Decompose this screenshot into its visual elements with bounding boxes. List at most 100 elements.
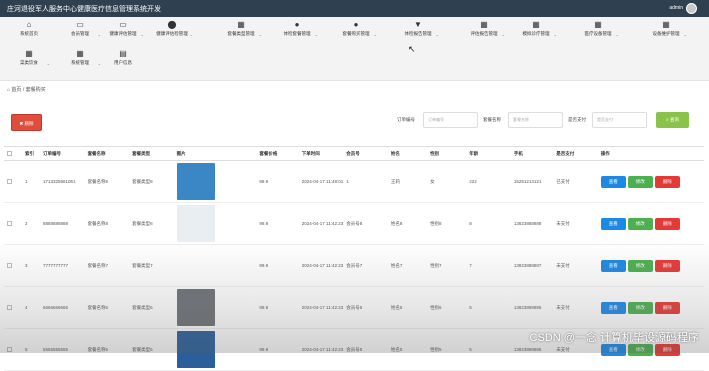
- package-image-cell: [173, 202, 257, 245]
- cell-idx: 2: [22, 202, 41, 245]
- nav-item-6[interactable]: ● 套餐购买管理 ⌄: [327, 19, 385, 45]
- actions-cell: 查看 修改 删除: [597, 244, 704, 287]
- column-header: 套餐名称: [84, 146, 130, 161]
- nav-icon: ▦: [532, 20, 540, 29]
- batch-delete-button[interactable]: ✖ 删除: [11, 114, 42, 131]
- breadcrumb: ⌂ 首页 / 套餐购买: [7, 87, 46, 93]
- column-header: 套餐价格: [256, 146, 299, 161]
- chevron-down-icon: ⌄: [615, 32, 619, 37]
- nav-icon: ▦: [594, 20, 602, 29]
- cell-sex: 女: [427, 160, 467, 203]
- package-image-cell: [173, 286, 257, 329]
- view-button[interactable]: 查看: [600, 343, 626, 356]
- cell-member: 1: [343, 160, 388, 203]
- cell-member: 会员号6: [343, 286, 388, 329]
- chevron-down-icon: ⌄: [189, 32, 193, 37]
- chevron-down-icon: ⌄: [553, 32, 557, 37]
- cell-price: 99.9: [256, 328, 299, 371]
- cell-idx: 1: [22, 160, 41, 203]
- nav-icon: ▦: [662, 20, 670, 29]
- main-nav: ⌂ 系统首页 ▭ 会员管理 ⌄ ▭ 健康评估管理 ⌄ ⬤ 健康评估检管理 ⌄ ▦ 套餐类型管理 ⌄ ● 体检套…: [0, 17, 709, 81]
- select-all-checkbox[interactable]: [7, 150, 12, 156]
- column-header: 下单时间: [298, 146, 344, 161]
- package-image: [176, 331, 215, 368]
- cell-time: 2024-04-17 11:42:23: [298, 328, 344, 371]
- nav-item-8[interactable]: ▦ 评估报告管理 ⌄: [455, 19, 513, 45]
- cell-sex: 性别7: [427, 244, 467, 287]
- view-button[interactable]: 查看: [600, 259, 626, 272]
- delete-button[interactable]: 删除: [654, 175, 680, 188]
- cell-price: 99.9: [256, 286, 299, 329]
- table-row: 3 7777777777 套餐名称7 套餐类型7 99.9 2024-04-17 11:4…: [4, 244, 704, 287]
- row-checkbox[interactable]: [7, 346, 12, 352]
- nav-label: 用户信息: [114, 60, 132, 65]
- package-image: [176, 289, 215, 326]
- view-button[interactable]: 查看: [600, 301, 626, 314]
- cell-price: 99.9: [256, 244, 299, 287]
- cell-sex: 性别8: [427, 202, 467, 245]
- nav-item-12[interactable]: ▦ 菜类饮食 ⌄: [0, 48, 58, 74]
- nav-item-11[interactable]: ▦ 设备维护管理 ⌄: [637, 19, 695, 45]
- cell-phone: 13823888888: [510, 202, 554, 245]
- cell-person: 姓名7: [387, 244, 428, 287]
- package-name-label: 套餐名称: [483, 117, 501, 122]
- column-header: 性别: [427, 146, 467, 161]
- nav-item-0[interactable]: ⌂ 系统首页: [0, 19, 58, 45]
- cell-price: 99.9: [256, 202, 299, 245]
- nav-item-3[interactable]: ⬤ 健康评估检管理 ⌄: [143, 19, 201, 45]
- row-checkbox[interactable]: [7, 220, 12, 226]
- cell-phone: 13823888887: [510, 244, 554, 287]
- package-image: [176, 205, 215, 242]
- cell-name: 套餐名称5: [84, 328, 130, 371]
- cell-name: 套餐名称7: [84, 244, 130, 287]
- chevron-down-icon: ⌄: [314, 32, 318, 37]
- package-name-input[interactable]: 套餐名称: [508, 112, 563, 128]
- breadcrumb-home[interactable]: 首页: [11, 87, 21, 93]
- edit-button[interactable]: 修改: [627, 343, 653, 356]
- view-button[interactable]: 查看: [600, 217, 626, 230]
- nav-item-9[interactable]: ▦ 模拟诊疗管理 ⌄: [507, 19, 565, 45]
- cell-order: 7777777777: [40, 244, 85, 287]
- edit-button[interactable]: 修改: [627, 301, 653, 314]
- search-button[interactable]: ⌕ 查询: [656, 112, 689, 128]
- avatar[interactable]: [686, 3, 697, 14]
- cell-age: 8: [466, 202, 511, 245]
- cell-paid: 未支付: [553, 244, 598, 287]
- cell-person: 姓名8: [387, 202, 428, 245]
- nav-item-7[interactable]: ▼ 体检报告管理 ⌄: [389, 19, 447, 45]
- view-button[interactable]: 查看: [600, 175, 626, 188]
- edit-button[interactable]: 修改: [627, 217, 653, 230]
- column-header: 会员号: [343, 146, 388, 161]
- package-image: [176, 163, 215, 200]
- delete-button[interactable]: 删除: [654, 217, 680, 230]
- cell-name: 套餐名称6: [84, 286, 130, 329]
- edit-button[interactable]: 修改: [627, 175, 653, 188]
- nav-icon: ⬤: [167, 20, 177, 29]
- table-row: 4 6666666666 套餐名称6 套餐类型6 99.9 2024-04-17 11:4…: [4, 286, 704, 329]
- row-checkbox[interactable]: [7, 262, 12, 268]
- nav-icon: ●: [353, 20, 359, 29]
- nav-item-4[interactable]: ▦ 套餐类型管理 ⌄: [212, 19, 270, 45]
- cell-phone: 13823888886: [510, 286, 554, 329]
- column-header: 操作: [597, 146, 704, 161]
- nav-item-10[interactable]: ▦ 医疗设备管理 ⌄: [569, 19, 627, 45]
- cell-person: 姓名6: [387, 286, 428, 329]
- username[interactable]: admin: [669, 5, 683, 11]
- row-checkbox[interactable]: [7, 178, 12, 184]
- edit-button[interactable]: 修改: [627, 259, 653, 272]
- row-checkbox[interactable]: [7, 304, 12, 310]
- chevron-down-icon: ⌄: [683, 32, 687, 37]
- column-header: 是否支付: [553, 146, 598, 161]
- app-title: 庄河退役军人服务中心健康医疗信息管理系统开发: [7, 6, 161, 13]
- order-number-input[interactable]: 订单编号: [423, 112, 478, 128]
- delete-button[interactable]: 删除: [654, 343, 680, 356]
- delete-button[interactable]: 删除: [654, 259, 680, 272]
- home-icon[interactable]: ⌂: [7, 87, 10, 93]
- cell-member: 会员号8: [343, 202, 388, 245]
- delete-button[interactable]: 删除: [654, 301, 680, 314]
- cell-person: 姓名5: [387, 328, 428, 371]
- nav-item-5[interactable]: ● 体检套餐管理 ⌄: [268, 19, 326, 45]
- paid-select[interactable]: 是否支付: [592, 112, 647, 128]
- nav-item-14[interactable]: ▤ 用户信息: [94, 48, 152, 74]
- paid-label: 是否支付: [568, 117, 586, 122]
